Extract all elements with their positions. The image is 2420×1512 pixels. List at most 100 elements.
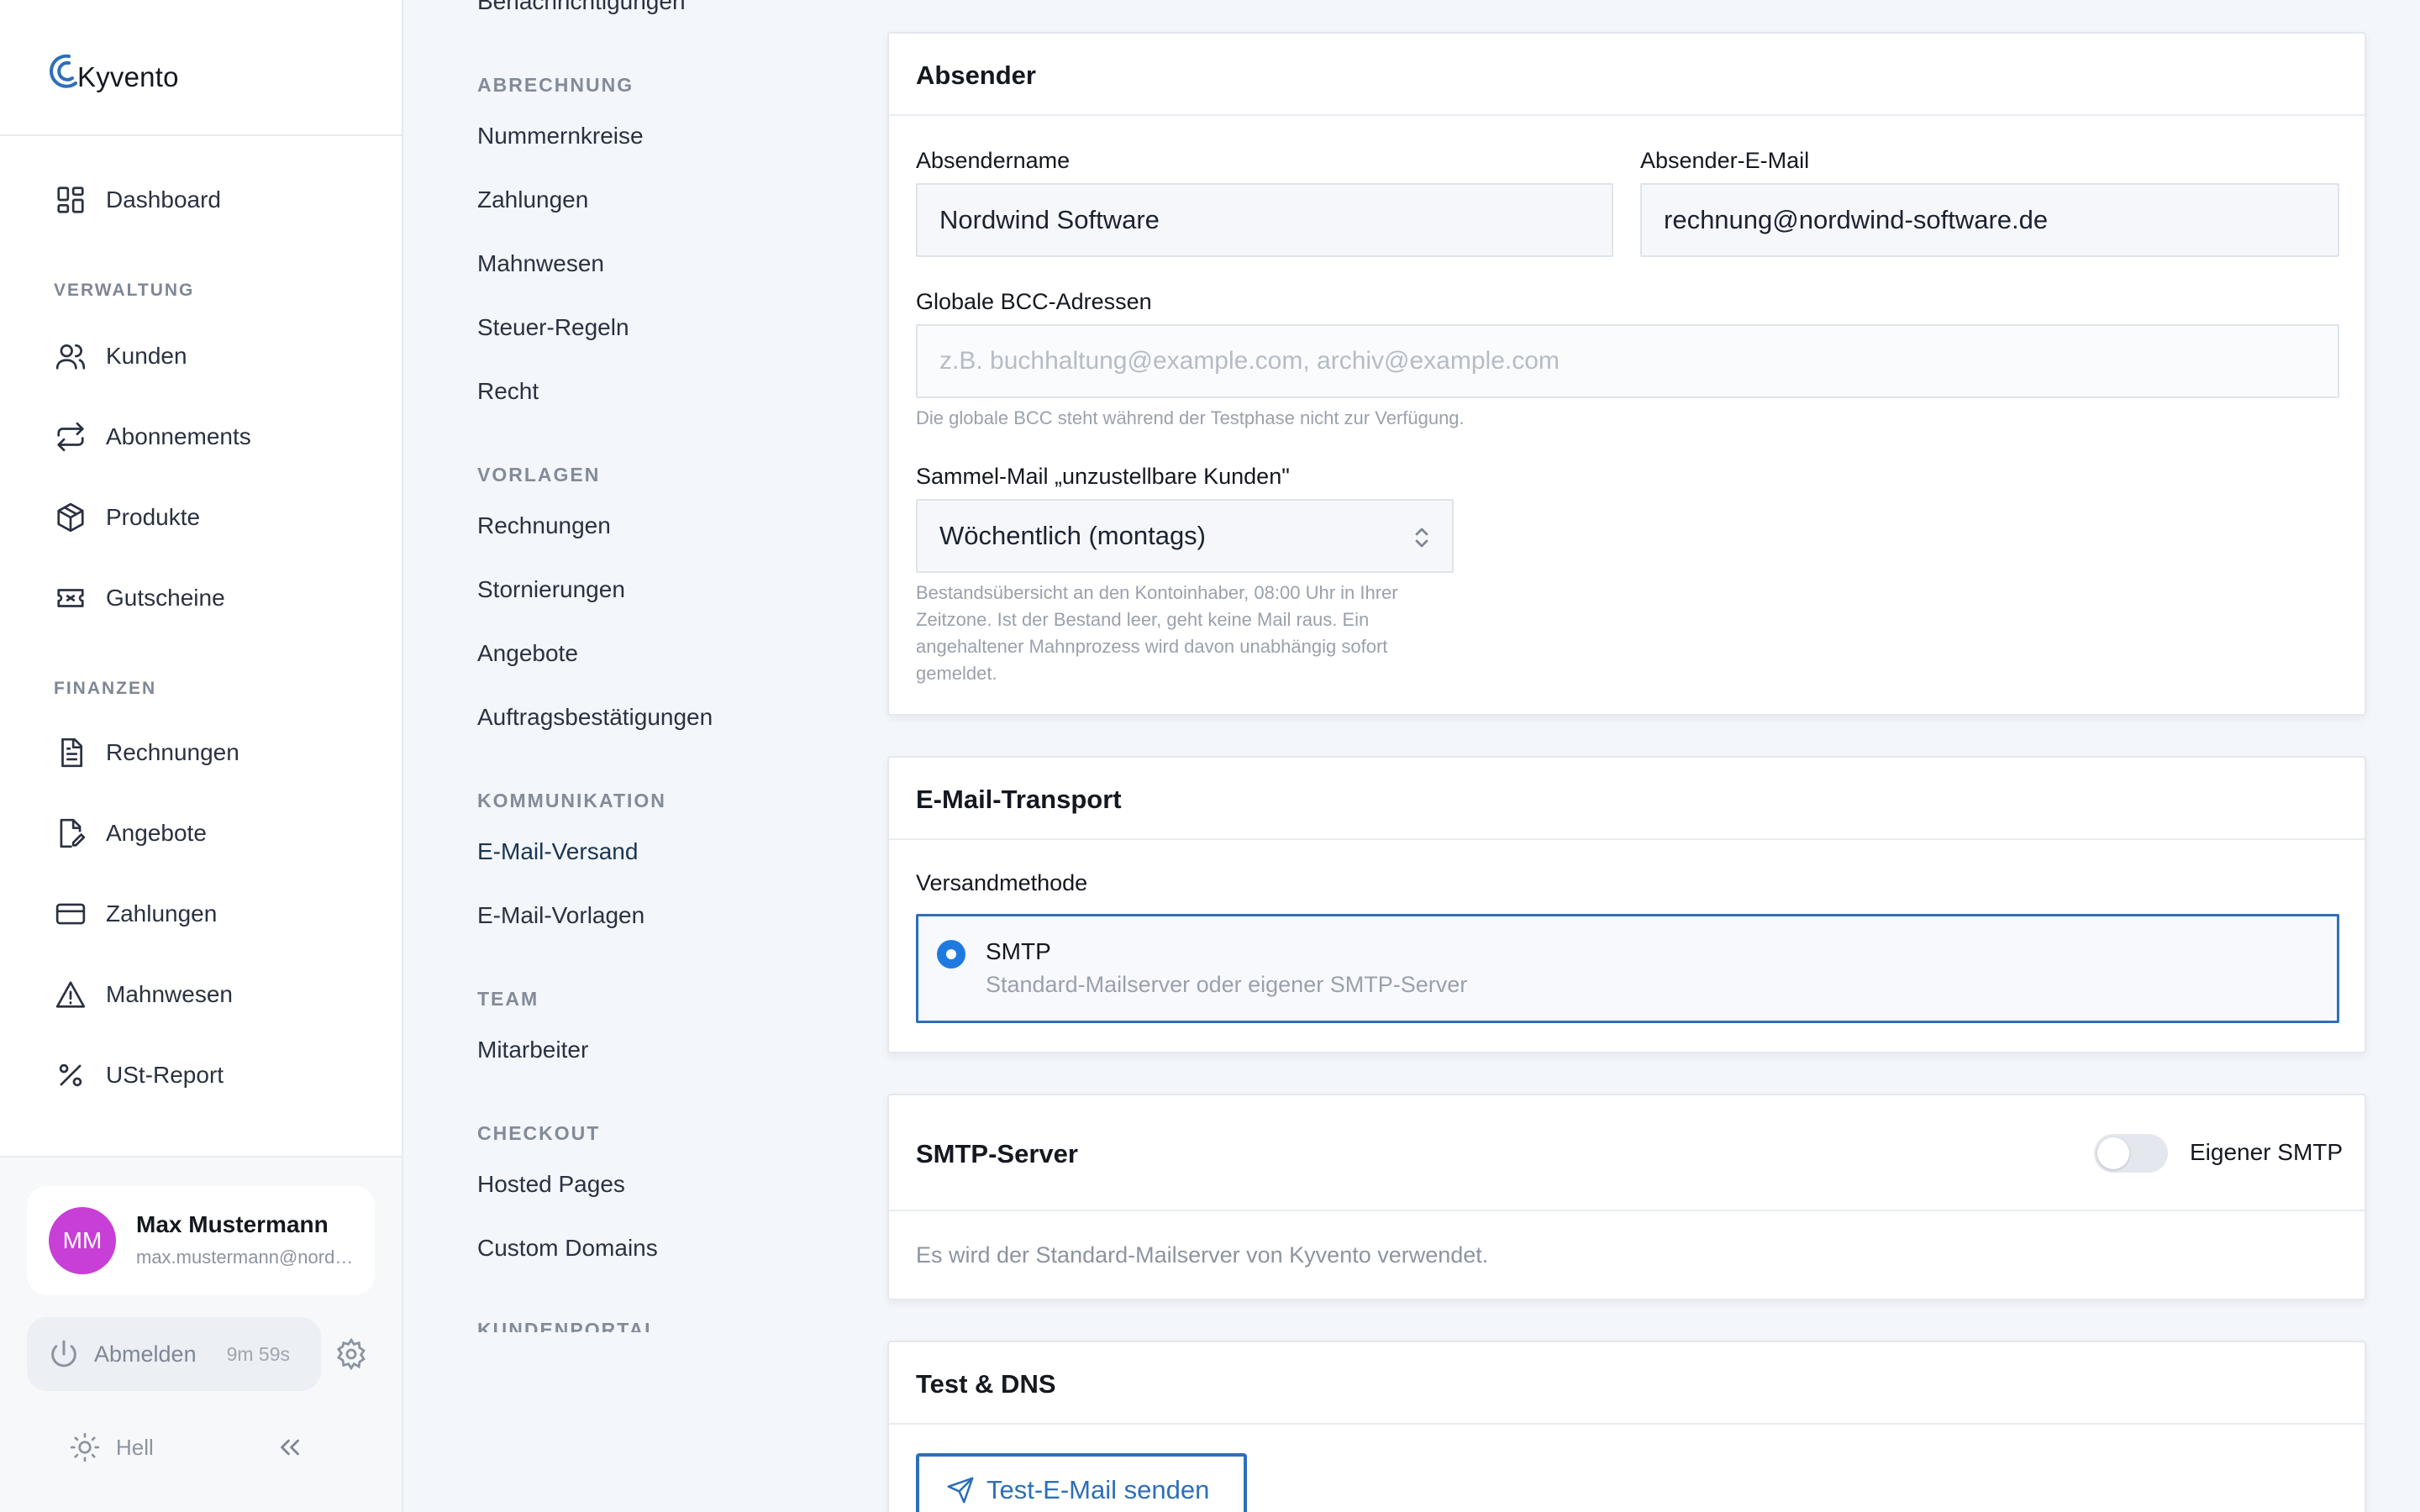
sidebar-item-kunden[interactable]: Kunden — [52, 334, 187, 378]
sammel-mail-hint: Bestandsübersicht an den Kontoinhaber, 0… — [916, 580, 1454, 687]
user-card[interactable]: MM Max Mustermann max.mustermann@nordwin… — [27, 1186, 375, 1295]
hint-line: Zeitzone. Ist der Bestand leer, geht kei… — [916, 609, 1370, 630]
sammel-mail-label: Sammel-Mail „unzustellbare Kunden" — [916, 464, 1290, 489]
sender-email-label: Absender-E-Mail — [1640, 148, 1810, 173]
settings-nav: Benachrichtigungen ABRECHNUNG Nummernkre… — [405, 0, 842, 1512]
sender-name-input[interactable]: Nordwind Software — [916, 183, 1613, 257]
smtp-radio-option[interactable]: SMTP Standard-Mailserver oder eigener SM… — [916, 914, 2339, 1023]
sidebar-item-rechnungen[interactable]: Rechnungen — [52, 731, 239, 774]
settings-nav-item-steuer-regeln[interactable]: Steuer-Regeln — [477, 314, 629, 341]
settings-nav-item-e-mail-vorlagen[interactable]: E-Mail-Vorlagen — [477, 902, 644, 929]
sidebar-item-mahnwesen[interactable]: Mahnwesen — [52, 973, 233, 1016]
toggle-knob — [2097, 1137, 2129, 1169]
send-icon — [947, 1477, 974, 1504]
chevrons-left-icon[interactable] — [274, 1431, 306, 1463]
settings-nav-item-e-mail-versand[interactable]: E-Mail-Versand — [477, 838, 638, 865]
sidebar-item-label: Gutscheine — [106, 585, 225, 611]
test-dns-card: Test & DNS Test-E-Mail senden — [887, 1341, 2366, 1512]
card-header: SMTP-Server Eigener SMTP — [889, 1095, 2365, 1211]
card-header: E-Mail-Transport — [889, 758, 2365, 840]
dashboard-icon — [52, 181, 89, 218]
bcc-label: Globale BCC-Adressen — [916, 289, 1152, 314]
smtp-info-text: Es wird der Standard-Mailserver von Kyve… — [916, 1242, 1489, 1268]
logout-button[interactable]: Abmelden 9m 59s — [27, 1317, 321, 1391]
settings-nav-section: CHECKOUT — [477, 1122, 601, 1144]
card-title: Absender — [916, 60, 1036, 90]
sidebar-item-label: Angebote — [106, 820, 207, 846]
settings-nav-item-benachrichtigungen[interactable]: Benachrichtigungen — [477, 0, 686, 15]
sidebar-item-abonnements[interactable]: Abonnements — [52, 415, 251, 459]
sender-name-label: Absendername — [916, 148, 1071, 173]
settings-nav-section: KUNDENPORTAL — [477, 1319, 659, 1332]
sidebar-item-angebote[interactable]: Angebote — [52, 811, 207, 855]
session-timer: 9m 59s — [226, 1342, 291, 1365]
sidebar-item-ust-report[interactable]: USt-Report — [52, 1053, 224, 1097]
repeat-icon — [52, 418, 89, 455]
send-test-email-button[interactable]: Test-E-Mail senden — [916, 1453, 1247, 1512]
sidebar-item-dashboard[interactable]: Dashboard — [52, 178, 221, 222]
sidebar-item-label: USt-Report — [106, 1062, 224, 1088]
settings-nav-item-hosted-pages[interactable]: Hosted Pages — [477, 1171, 625, 1198]
settings-nav-item-custom-domains[interactable]: Custom Domains — [477, 1235, 658, 1262]
radio-description: Standard-Mailserver oder eigener SMTP-Se… — [986, 972, 1468, 997]
power-icon — [51, 1340, 76, 1368]
sidebar-item-label: Produkte — [106, 504, 201, 530]
sidebar-divider — [0, 134, 402, 136]
sidebar-item-label: Rechnungen — [106, 739, 239, 765]
settings-nav-item-zahlungen[interactable]: Zahlungen — [477, 186, 588, 213]
smtp-server-card: SMTP-Server Eigener SMTP Es wird der Sta… — [887, 1094, 2366, 1300]
sidebar-section-verwaltung: VERWALTUNG — [54, 281, 195, 300]
settings-nav-item-mahnwesen[interactable]: Mahnwesen — [477, 250, 604, 277]
user-name: Max Mustermann — [136, 1211, 329, 1237]
sidebar-item-zahlungen[interactable]: Zahlungen — [52, 892, 217, 936]
sender-email-input[interactable]: rechnung@nordwind-software.de — [1640, 183, 2339, 257]
radio-title: SMTP — [986, 938, 1051, 964]
settings-nav-item-stornierungen[interactable]: Stornierungen — [477, 576, 625, 603]
users-icon — [52, 338, 89, 375]
sammel-mail-select[interactable]: Wöchentlich (montags) — [916, 499, 1454, 573]
absender-card: Absender Absendername Nordwind Software … — [887, 32, 2366, 716]
brand-name: Kyvento — [77, 61, 179, 92]
card-title: SMTP-Server — [916, 1139, 1078, 1168]
gear-icon[interactable] — [334, 1337, 368, 1371]
settings-nav-section: VORLAGEN — [477, 464, 601, 486]
document-icon — [52, 734, 89, 771]
theme-label: Hell — [116, 1434, 154, 1460]
credit-card-icon — [52, 895, 89, 932]
sidebar-item-gutscheine[interactable]: Gutscheine — [52, 576, 225, 620]
sidebar-item-label: Mahnwesen — [106, 981, 233, 1007]
own-smtp-toggle[interactable] — [2094, 1134, 2168, 1173]
settings-nav-item-angebote[interactable]: Angebote — [477, 640, 578, 667]
own-smtp-label: Eigener SMTP — [2190, 1139, 2344, 1165]
sidebar-section-finanzen: FINANZEN — [54, 679, 157, 698]
settings-nav-item-mitarbeiter[interactable]: Mitarbeiter — [477, 1037, 588, 1063]
select-value: Wöchentlich (montags) — [939, 521, 1207, 550]
sidebar-item-label: Kunden — [106, 343, 187, 369]
settings-nav-section: KOMMUNIKATION — [477, 790, 666, 811]
card-header: Absender — [889, 34, 2365, 116]
button-label: Test-E-Mail senden — [986, 1475, 1210, 1504]
card-title: Test & DNS — [916, 1369, 1056, 1399]
sidebar-item-produkte[interactable]: Produkte — [52, 496, 200, 539]
user-email: max.mustermann@nordwind-software.de — [136, 1247, 363, 1268]
settings-nav-item-nummernkreise[interactable]: Nummernkreise — [477, 123, 644, 150]
percent-icon — [52, 1057, 89, 1094]
sidebar-item-label: Dashboard — [106, 186, 221, 213]
versandmethode-label: Versandmethode — [916, 870, 1088, 895]
bcc-input[interactable]: z.B. buchhaltung@example.com, archiv@exa… — [916, 324, 2339, 398]
bcc-hint: Die globale BCC steht während der Testph… — [916, 407, 1465, 428]
settings-nav-item-recht[interactable]: Recht — [477, 378, 539, 405]
main-sidebar: Kyvento Dashboard VERWALTUNG Kunden Abon… — [0, 0, 403, 1512]
avatar: MM — [49, 1207, 116, 1274]
radio-selected-icon[interactable] — [937, 940, 965, 969]
settings-nav-item-auftragsbestaetigungen[interactable]: Auftragsbestätigungen — [477, 704, 713, 731]
settings-nav-section: TEAM — [477, 988, 539, 1010]
hint-line: Bestandsübersicht an den Kontoinhaber, 0… — [916, 582, 1398, 603]
theme-toggle[interactable]: Hell — [69, 1431, 154, 1463]
brand-logo[interactable]: Kyvento — [44, 42, 179, 101]
sun-icon — [70, 1432, 100, 1462]
settings-nav-item-rechnungen[interactable]: Rechnungen — [477, 512, 611, 539]
hint-line: angehaltener Mahnprozess wird davon unab… — [916, 636, 1388, 657]
transport-card: E-Mail-Transport Versandmethode SMTP Sta… — [887, 756, 2366, 1053]
document-edit-icon — [52, 815, 89, 852]
